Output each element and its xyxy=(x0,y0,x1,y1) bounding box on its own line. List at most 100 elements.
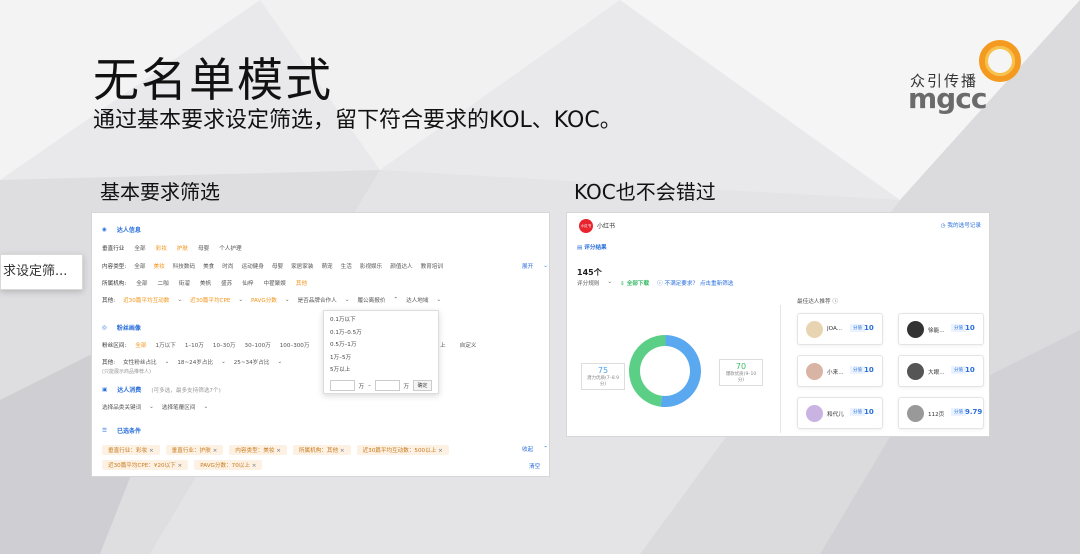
result-count: 145个 xyxy=(577,268,602,277)
my-record-link[interactable]: ◷ 我的选号记录 xyxy=(941,221,981,229)
score-donut-chart xyxy=(629,335,701,407)
confirm-button[interactable]: 确定 xyxy=(413,380,433,392)
fans-range-label: 粉丝区间: xyxy=(102,343,127,349)
score-value: 10 xyxy=(864,408,874,416)
selected-chip[interactable]: 近30篇平均CPE：¥20以下 xyxy=(102,460,189,470)
filter-option[interactable]: 家居家装 xyxy=(291,262,313,270)
result-title: 评分结果 xyxy=(584,245,607,251)
filter-option[interactable]: 教育培训 xyxy=(421,262,443,270)
filter-option[interactable]: 母婴 xyxy=(198,244,209,252)
filter-option[interactable]: 仙梓 xyxy=(242,279,253,287)
selected-chip[interactable]: PAVG分数：70以上 xyxy=(194,460,263,470)
dropdown-option[interactable]: 5万以上 xyxy=(330,365,432,378)
filter-dropdown[interactable]: 女性粉丝占比 xyxy=(123,358,157,366)
unit-label: 万 xyxy=(358,383,365,390)
agency-label: 所属机构: xyxy=(102,281,127,287)
collapse-button[interactable]: 收起 xyxy=(522,445,533,453)
filter-dropdown[interactable]: 近30篇平均互动数 xyxy=(123,296,169,304)
my-record-label: 我的选号记录 xyxy=(947,223,981,229)
filter-option[interactable]: 1–10万 xyxy=(185,341,204,349)
filter-option[interactable]: 时尚 xyxy=(222,262,233,270)
filter-dropdown[interactable]: 履公离报价 xyxy=(357,296,385,304)
recommend-label: 最佳达人推荐 xyxy=(797,299,831,305)
platform-name: 小红书 xyxy=(597,223,616,230)
filter-option[interactable]: 个人护理 xyxy=(219,244,241,252)
filter-option[interactable]: 街溜 xyxy=(179,279,190,287)
talent-card[interactable]: 小来... 分值 10 xyxy=(797,355,883,387)
selected-chip[interactable]: 近30篇平均互动数：500以上 xyxy=(356,445,449,455)
filter-option[interactable]: 母婴 xyxy=(272,262,283,270)
score-chip: 分值 xyxy=(951,408,966,416)
filter-option[interactable]: 盛苏 xyxy=(221,279,232,287)
clear-button[interactable]: 清空 xyxy=(529,462,540,470)
filter-dropdown[interactable]: 18~24岁占比 xyxy=(177,358,213,366)
filter-option[interactable]: 护肤 xyxy=(177,244,188,252)
filter-option[interactable]: 萌宠 xyxy=(321,262,332,270)
filter-option[interactable]: 其他 xyxy=(296,279,307,287)
download-all-button[interactable]: ⇩ 全部下载 xyxy=(620,279,649,287)
avatar xyxy=(806,363,823,380)
filter-dropdown[interactable]: 25~34岁占比 xyxy=(234,358,270,366)
consume-icon: ▣ xyxy=(102,386,108,393)
filter-option[interactable]: 美食 xyxy=(203,262,214,270)
divider xyxy=(780,305,781,433)
dropdown-option[interactable]: 0.5万–1万 xyxy=(330,340,432,353)
filter-option[interactable]: 全部 xyxy=(136,279,147,287)
filter-option[interactable]: 上 xyxy=(440,341,446,349)
filter-option[interactable]: 影视娱乐 xyxy=(360,262,382,270)
filter-option[interactable]: 运动健身 xyxy=(241,262,263,270)
dropdown-option[interactable]: 1万–5万 xyxy=(330,353,432,366)
section-label-koc: KOC也不会错过 xyxy=(574,180,716,204)
filter-option[interactable]: 30–100万 xyxy=(245,341,271,349)
selected-chip[interactable]: 垂直行业：彩妆 xyxy=(102,445,160,455)
dropdown-option[interactable]: 0.1万–0.5万 xyxy=(330,328,432,341)
filter-option[interactable]: 1万以下 xyxy=(155,341,175,349)
section-label-filter: 基本要求筛选 xyxy=(100,180,220,204)
filter-option[interactable]: 全部 xyxy=(134,262,145,270)
expand-button[interactable]: 展开 xyxy=(522,262,533,270)
selected-chip[interactable]: 所属机构：其他 xyxy=(292,445,351,455)
filter-option[interactable]: 中翟聚娱 xyxy=(263,279,285,287)
filter-option[interactable]: 全部 xyxy=(135,341,146,349)
score-value: 10 xyxy=(965,366,975,374)
avatar xyxy=(907,363,924,380)
max-input[interactable] xyxy=(374,380,400,392)
filter-option[interactable]: 彩妆 xyxy=(156,244,167,252)
filter-option[interactable]: 美帆 xyxy=(200,279,211,287)
selected-chip[interactable]: 内容类型：美妆 xyxy=(229,445,287,455)
filter-dropdown[interactable]: 是否品牌合作人 xyxy=(298,296,337,304)
xiaohongshu-logo: 小红书 xyxy=(579,219,593,233)
selected-chip[interactable]: 垂直行业：护肤 xyxy=(165,445,224,455)
filter-option[interactable]: 美妆 xyxy=(153,262,164,270)
filter-dropdown[interactable]: PAVG分数 xyxy=(251,296,277,304)
value-box-hit: 70 爆款优质(9–10分) xyxy=(719,359,763,386)
talent-card[interactable]: JOA... 分值 10 xyxy=(797,313,883,345)
talent-card[interactable]: 和代儿 分值 10 xyxy=(797,397,883,429)
result-heading: ▤ 评分结果 xyxy=(577,243,607,251)
filter-option[interactable]: 全部 xyxy=(134,244,145,252)
score-chip: 分值 xyxy=(850,366,865,374)
filter-option[interactable]: 二咖 xyxy=(157,279,168,287)
logo-ring-icon xyxy=(979,40,1021,82)
reselect-link[interactable]: ⓘ 不满足要求？ 点击重新筛选 xyxy=(657,279,733,287)
talent-card[interactable]: 徐能... 分值 10 xyxy=(898,313,984,345)
logo-mark: mgcc xyxy=(908,82,987,115)
score-chip: 分值 xyxy=(951,324,966,332)
filter-dropdown[interactable]: 近30篇平均CPE xyxy=(190,296,230,304)
filter-option[interactable]: 科技数码 xyxy=(173,262,195,270)
dropdown-option[interactable]: 0.1万以下 xyxy=(330,315,432,328)
consume-heading: 达人消费 xyxy=(117,387,142,394)
min-input[interactable] xyxy=(330,380,355,392)
doc-icon: ▤ xyxy=(577,245,583,251)
filter-option[interactable]: 自定义 xyxy=(460,341,477,349)
category-select[interactable]: 选择品类关键词 xyxy=(102,403,141,411)
filter-option[interactable]: 10–30万 xyxy=(213,341,236,349)
talent-card[interactable]: 112页 分值 9.79 xyxy=(898,397,984,429)
talent-card[interactable]: 大眼... 分值 10 xyxy=(898,355,984,387)
talent-name: 徐能... xyxy=(928,328,945,334)
filter-option[interactable]: 生活 xyxy=(341,262,352,270)
range-select[interactable]: 选择笔覆区间 xyxy=(162,403,196,411)
filter-dropdown[interactable]: 达人地域 xyxy=(406,296,428,304)
filter-option[interactable]: 100–300万 xyxy=(280,341,310,349)
filter-option[interactable]: 颜值达人 xyxy=(390,262,412,270)
